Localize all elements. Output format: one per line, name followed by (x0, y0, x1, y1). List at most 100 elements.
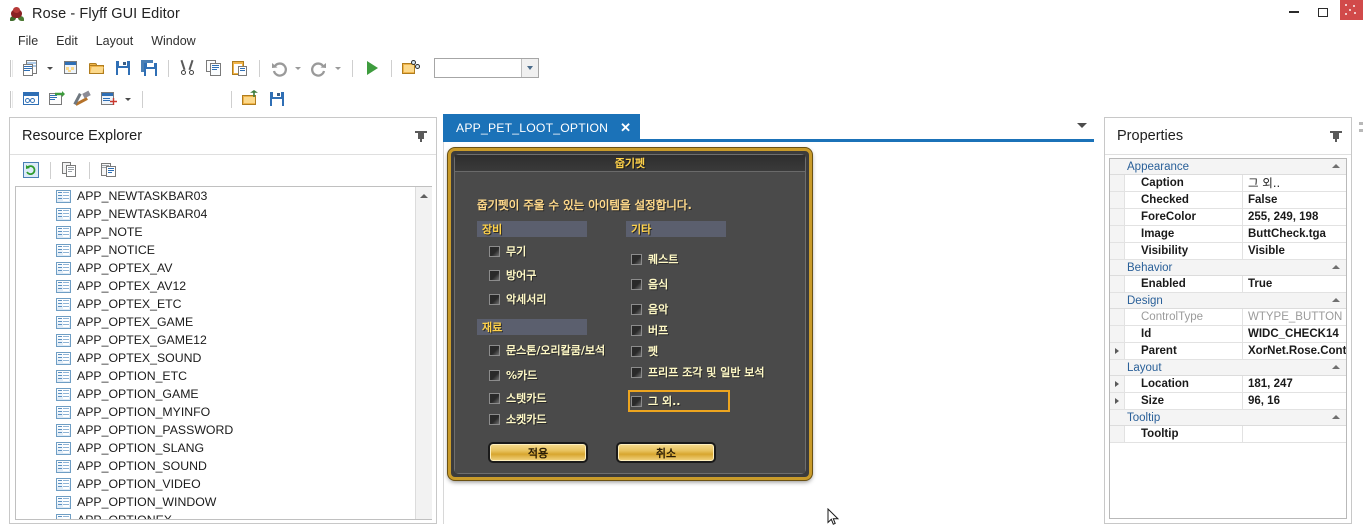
property-row-forecolor[interactable]: ForeColor 255, 249, 198 (1110, 209, 1346, 226)
property-row-caption[interactable]: Caption 그 외.. (1110, 175, 1346, 192)
property-row-visibility[interactable]: Visibility Visible (1110, 243, 1346, 260)
chevron-right-icon[interactable] (1115, 398, 1119, 404)
property-value[interactable]: True (1243, 276, 1346, 292)
property-row-parent[interactable]: ParentXorNet.Rose.Contr... (1110, 343, 1346, 360)
properties-window-icon[interactable] (19, 88, 43, 111)
undo-dropdown-icon[interactable] (292, 57, 304, 80)
resource-tree-item[interactable]: APP_OPTION_PASSWORD (16, 421, 415, 439)
property-value[interactable]: ButtCheck.tga (1243, 226, 1346, 242)
resource-tree-item[interactable]: APP_OPTIONEX (16, 511, 415, 519)
chevron-up-icon[interactable] (1332, 415, 1340, 419)
checkbox-accessory[interactable]: 악세서리 (489, 291, 546, 307)
checkbox-other-selected[interactable]: 그 외.. (628, 390, 730, 412)
resource-tree-item[interactable]: APP_OPTION_MYINFO (16, 403, 415, 421)
resource-combo[interactable] (434, 58, 539, 78)
checkbox-box[interactable] (489, 392, 500, 404)
checkbox-box[interactable] (489, 293, 500, 305)
property-value[interactable]: Visible (1243, 243, 1346, 259)
checkbox-box[interactable] (631, 345, 642, 357)
pet-loot-option-dialog[interactable]: 줍기펫 줍기펫이 주울 수 있는 아이템을 설정합니다. 장비 무기 방어구 악… (448, 148, 812, 480)
chevron-down-icon[interactable] (521, 59, 538, 77)
resource-tree-item[interactable]: APP_NEWTASKBAR04 (16, 205, 415, 223)
cut-icon[interactable] (176, 57, 200, 80)
apply-button[interactable]: 적용 (488, 442, 588, 463)
paste-icon[interactable] (228, 57, 252, 80)
cancel-button[interactable]: 취소 (616, 442, 716, 463)
property-row-id[interactable]: Id WIDC_CHECK14 (1110, 326, 1346, 343)
scroll-up-arrow-icon[interactable] (416, 187, 432, 204)
refresh-icon[interactable] (19, 159, 43, 182)
menu-window[interactable]: Window (142, 31, 204, 51)
copy-icon[interactable] (202, 57, 226, 80)
save-all-icon[interactable] (137, 57, 161, 80)
chevron-right-icon[interactable] (1115, 348, 1119, 354)
property-value[interactable]: False (1243, 192, 1346, 208)
add-control-icon[interactable] (97, 88, 121, 111)
save-icon[interactable] (111, 57, 135, 80)
property-row-image[interactable]: Image ButtCheck.tga (1110, 226, 1346, 243)
checkbox-socket-card[interactable]: 소켓카드 (489, 411, 546, 427)
checkbox-stat-card[interactable]: 스텟카드 (489, 390, 546, 406)
property-value[interactable]: WIDC_CHECK14 (1243, 326, 1346, 342)
property-row-size[interactable]: Size 96, 16 (1110, 393, 1346, 410)
checkbox-box[interactable] (489, 413, 500, 425)
new-project-dropdown-icon[interactable] (44, 57, 56, 80)
copy-resource-icon[interactable] (58, 159, 82, 182)
checkbox-flyff-piece-gems[interactable]: 프리프 조각 및 일반 보석 (631, 364, 765, 380)
pin-icon[interactable] (1327, 127, 1345, 145)
property-row-tooltip[interactable]: Tooltip (1110, 426, 1346, 443)
property-value[interactable]: 181, 247 (1243, 376, 1346, 392)
property-row-checked[interactable]: Checked False (1110, 192, 1346, 209)
chevron-up-icon[interactable] (1332, 365, 1340, 369)
new-project-icon[interactable] (19, 57, 43, 80)
checkbox-quest[interactable]: 퀘스트 (631, 251, 678, 267)
chevron-right-icon[interactable] (1115, 381, 1119, 387)
property-value[interactable]: WTYPE_BUTTON (1243, 309, 1346, 325)
checkbox-box[interactable] (631, 395, 642, 407)
property-value[interactable]: 96, 16 (1243, 393, 1346, 409)
add-control-dropdown-icon[interactable] (122, 88, 134, 111)
checkbox-moonstone-gems[interactable]: 문스톤/오리칼쿰/보석 (489, 342, 605, 358)
property-category-layout[interactable]: Layout (1110, 360, 1346, 376)
checkbox-box[interactable] (489, 245, 500, 257)
property-value[interactable]: 255, 249, 198 (1243, 209, 1346, 225)
resource-tree-item[interactable]: APP_OPTION_WINDOW (16, 493, 415, 511)
chevron-down-icon[interactable] (1077, 123, 1087, 128)
resource-tree-scrollbar[interactable] (415, 187, 432, 519)
properties-grid[interactable]: Appearance Caption 그 외.. Checked False ForeCo… (1109, 158, 1347, 519)
redo-dropdown-icon[interactable] (332, 57, 344, 80)
property-category-appearance[interactable]: Appearance (1110, 159, 1346, 175)
toolbar-grip-2[interactable] (10, 90, 13, 108)
property-category-design[interactable]: Design (1110, 293, 1346, 309)
resource-tree-item[interactable]: APP_NOTICE (16, 241, 415, 259)
save-resource-icon[interactable] (265, 88, 289, 111)
paste-resource-icon[interactable] (97, 159, 121, 182)
chevron-up-icon[interactable] (1332, 164, 1340, 168)
chevron-up-icon[interactable] (1332, 265, 1340, 269)
checkbox-percent-card[interactable]: %카드 (489, 367, 537, 383)
checkbox-music[interactable]: 음악 (631, 301, 668, 317)
resource-tree-item[interactable]: APP_OPTEX_GAME12 (16, 331, 415, 349)
chevron-up-icon[interactable] (1332, 298, 1340, 302)
property-category-behavior[interactable]: Behavior (1110, 260, 1346, 276)
checkbox-weapon[interactable]: 무기 (489, 243, 526, 259)
menu-file[interactable]: File (9, 31, 47, 51)
resource-editor-icon[interactable] (45, 88, 69, 111)
property-value[interactable] (1243, 426, 1346, 442)
property-value[interactable]: XorNet.Rose.Contr... (1243, 343, 1346, 359)
checkbox-box[interactable] (631, 366, 642, 378)
resource-tree-item[interactable]: APP_NEWTASKBAR03 (16, 187, 415, 205)
toolbar-grip[interactable] (10, 59, 13, 77)
resource-tree[interactable]: APP_NEWTASKBAR03 APP_NEWTASKBAR04 APP_NOTE… (15, 186, 432, 520)
menu-layout[interactable]: Layout (87, 31, 143, 51)
property-value[interactable]: 그 외.. (1243, 175, 1346, 191)
export-icon[interactable] (239, 88, 263, 111)
checkbox-box[interactable] (631, 253, 642, 265)
undo-icon[interactable] (267, 57, 291, 80)
close-icon[interactable]: ✕ (620, 121, 631, 134)
checkbox-pet[interactable]: 펫 (631, 343, 658, 359)
property-row-controltype[interactable]: ControlType WTYPE_BUTTON (1110, 309, 1346, 326)
resource-tree-item[interactable]: APP_OPTION_ETC (16, 367, 415, 385)
property-category-tooltip[interactable]: Tooltip (1110, 410, 1346, 426)
tools-icon[interactable] (71, 88, 95, 111)
